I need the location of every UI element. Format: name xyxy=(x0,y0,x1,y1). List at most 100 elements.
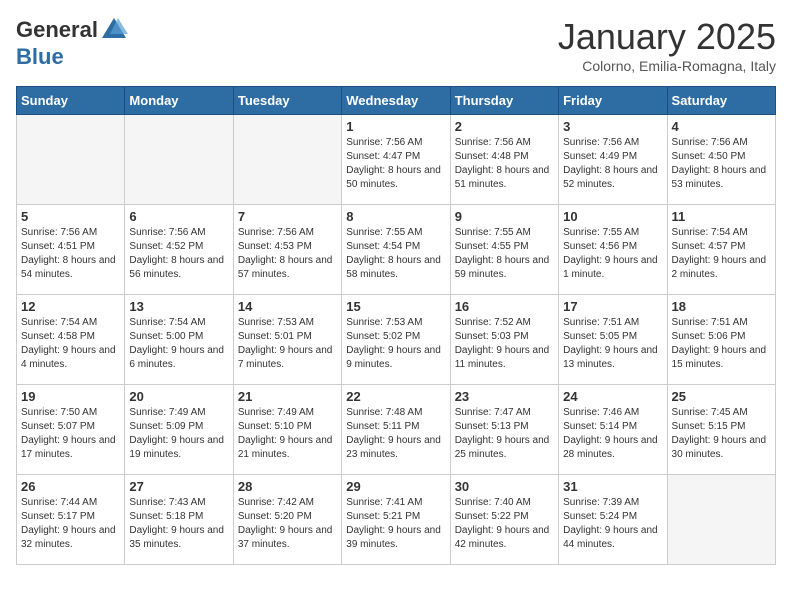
calendar-cell xyxy=(17,115,125,205)
day-info: Sunrise: 7:56 AM Sunset: 4:49 PM Dayligh… xyxy=(563,136,662,192)
calendar-cell: 3Sunrise: 7:56 AM Sunset: 4:49 PM Daylig… xyxy=(559,115,667,205)
weekday-header: Saturday xyxy=(667,87,775,115)
calendar-week-row: 5Sunrise: 7:56 AM Sunset: 4:51 PM Daylig… xyxy=(17,205,776,295)
day-number: 16 xyxy=(455,299,554,314)
day-number: 21 xyxy=(238,389,337,404)
logo-general-text: General xyxy=(16,17,98,43)
calendar-cell: 13Sunrise: 7:54 AM Sunset: 5:00 PM Dayli… xyxy=(125,295,233,385)
weekday-header-row: SundayMondayTuesdayWednesdayThursdayFrid… xyxy=(17,87,776,115)
calendar-cell: 4 Sunrise: 7:56 AM Sunset: 4:50 PM Daylig… xyxy=(667,115,775,205)
day-info: Sunrise: 7:56 AM Sunset: 4:47 PM Dayligh… xyxy=(346,136,445,192)
day-info: Sunrise: 7:42 AM Sunset: 5:20 PM Dayligh… xyxy=(238,496,337,552)
day-info: Sunrise: 7:46 AM Sunset: 5:14 PM Dayligh… xyxy=(563,406,662,462)
calendar-cell: 10Sunrise: 7:55 AM Sunset: 4:56 PM Dayli… xyxy=(559,205,667,295)
calendar-cell: 8Sunrise: 7:55 AM Sunset: 4:54 PM Daylig… xyxy=(342,205,450,295)
day-info: Sunrise: 7:50 AM Sunset: 5:07 PM Dayligh… xyxy=(21,406,120,462)
day-number: 14 xyxy=(238,299,337,314)
calendar-cell: 24 Sunrise: 7:46 AM Sunset: 5:14 PM Dayli… xyxy=(559,385,667,475)
day-number: 10 xyxy=(563,209,662,224)
day-info: Sunrise: 7:51 AM Sunset: 5:05 PM Dayligh… xyxy=(563,316,662,372)
calendar-cell: 15 Sunrise: 7:53 AM Sunset: 5:02 PM Dayli… xyxy=(342,295,450,385)
day-info: Sunrise: 7:56 AM Sunset: 4:53 PM Dayligh… xyxy=(238,226,337,282)
day-number: 17 xyxy=(563,299,662,314)
day-number: 19 xyxy=(21,389,120,404)
weekday-header: Friday xyxy=(559,87,667,115)
day-number: 30 xyxy=(455,479,554,494)
weekday-header: Tuesday xyxy=(233,87,341,115)
calendar-cell: 19 Sunrise: 7:50 AM Sunset: 5:07 PM Dayli… xyxy=(17,385,125,475)
day-number: 25 xyxy=(672,389,771,404)
day-number: 4 xyxy=(672,119,771,134)
page-header: General Blue January 2025 Colorno, Emili… xyxy=(16,16,776,74)
day-info: Sunrise: 7:52 AM Sunset: 5:03 PM Dayligh… xyxy=(455,316,554,372)
day-number: 15 xyxy=(346,299,445,314)
day-info: Sunrise: 7:40 AM Sunset: 5:22 PM Dayligh… xyxy=(455,496,554,552)
calendar-cell: 29Sunrise: 7:41 AM Sunset: 5:21 PM Dayli… xyxy=(342,475,450,565)
calendar-cell: 22Sunrise: 7:48 AM Sunset: 5:11 PM Dayli… xyxy=(342,385,450,475)
calendar-week-row: 19 Sunrise: 7:50 AM Sunset: 5:07 PM Dayli… xyxy=(17,385,776,475)
day-number: 2 xyxy=(455,119,554,134)
calendar-cell: 12 Sunrise: 7:54 AM Sunset: 4:58 PM Dayli… xyxy=(17,295,125,385)
weekday-header: Thursday xyxy=(450,87,558,115)
weekday-header: Sunday xyxy=(17,87,125,115)
calendar-cell: 18 Sunrise: 7:51 AM Sunset: 5:06 PM Dayli… xyxy=(667,295,775,385)
calendar-cell: 31 Sunrise: 7:39 AM Sunset: 5:24 PM Dayli… xyxy=(559,475,667,565)
logo: General Blue xyxy=(16,16,128,70)
day-info: Sunrise: 7:56 AM Sunset: 4:50 PM Dayligh… xyxy=(672,136,771,192)
calendar-week-row: 12 Sunrise: 7:54 AM Sunset: 4:58 PM Dayli… xyxy=(17,295,776,385)
day-number: 13 xyxy=(129,299,228,314)
day-info: Sunrise: 7:49 AM Sunset: 5:10 PM Dayligh… xyxy=(238,406,337,462)
weekday-header: Wednesday xyxy=(342,87,450,115)
calendar-cell xyxy=(125,115,233,205)
calendar-cell: 23 Sunrise: 7:47 AM Sunset: 5:13 PM Dayli… xyxy=(450,385,558,475)
calendar-cell: 6 Sunrise: 7:56 AM Sunset: 4:52 PM Daylig… xyxy=(125,205,233,295)
day-info: Sunrise: 7:44 AM Sunset: 5:17 PM Dayligh… xyxy=(21,496,120,552)
day-number: 12 xyxy=(21,299,120,314)
day-number: 20 xyxy=(129,389,228,404)
calendar-cell: 17 Sunrise: 7:51 AM Sunset: 5:05 PM Dayli… xyxy=(559,295,667,385)
day-number: 7 xyxy=(238,209,337,224)
calendar-cell: 26 Sunrise: 7:44 AM Sunset: 5:17 PM Dayli… xyxy=(17,475,125,565)
calendar-week-row: 1 Sunrise: 7:56 AM Sunset: 4:47 PM Daylig… xyxy=(17,115,776,205)
calendar-cell: 9Sunrise: 7:55 AM Sunset: 4:55 PM Daylig… xyxy=(450,205,558,295)
day-number: 29 xyxy=(346,479,445,494)
calendar-cell: 1 Sunrise: 7:56 AM Sunset: 4:47 PM Daylig… xyxy=(342,115,450,205)
day-number: 24 xyxy=(563,389,662,404)
day-info: Sunrise: 7:54 AM Sunset: 4:57 PM Dayligh… xyxy=(672,226,771,282)
logo-blue-text: Blue xyxy=(16,44,64,70)
calendar-cell: 28 Sunrise: 7:42 AM Sunset: 5:20 PM Dayli… xyxy=(233,475,341,565)
calendar-cell xyxy=(233,115,341,205)
day-number: 6 xyxy=(129,209,228,224)
day-number: 1 xyxy=(346,119,445,134)
day-number: 18 xyxy=(672,299,771,314)
day-info: Sunrise: 7:56 AM Sunset: 4:52 PM Dayligh… xyxy=(129,226,228,282)
location-text: Colorno, Emilia-Romagna, Italy xyxy=(558,58,776,74)
day-number: 8 xyxy=(346,209,445,224)
weekday-header: Monday xyxy=(125,87,233,115)
calendar-cell: 7 Sunrise: 7:56 AM Sunset: 4:53 PM Daylig… xyxy=(233,205,341,295)
day-info: Sunrise: 7:45 AM Sunset: 5:15 PM Dayligh… xyxy=(672,406,771,462)
calendar-cell: 16 Sunrise: 7:52 AM Sunset: 5:03 PM Dayli… xyxy=(450,295,558,385)
day-number: 31 xyxy=(563,479,662,494)
day-info: Sunrise: 7:53 AM Sunset: 5:02 PM Dayligh… xyxy=(346,316,445,372)
calendar-cell: 21 Sunrise: 7:49 AM Sunset: 5:10 PM Dayli… xyxy=(233,385,341,475)
day-number: 27 xyxy=(129,479,228,494)
calendar-table: SundayMondayTuesdayWednesdayThursdayFrid… xyxy=(16,86,776,565)
day-info: Sunrise: 7:47 AM Sunset: 5:13 PM Dayligh… xyxy=(455,406,554,462)
calendar-cell: 11Sunrise: 7:54 AM Sunset: 4:57 PM Dayli… xyxy=(667,205,775,295)
day-info: Sunrise: 7:54 AM Sunset: 4:58 PM Dayligh… xyxy=(21,316,120,372)
day-info: Sunrise: 7:43 AM Sunset: 5:18 PM Dayligh… xyxy=(129,496,228,552)
day-info: Sunrise: 7:55 AM Sunset: 4:55 PM Dayligh… xyxy=(455,226,554,282)
day-info: Sunrise: 7:48 AM Sunset: 5:11 PM Dayligh… xyxy=(346,406,445,462)
day-number: 26 xyxy=(21,479,120,494)
day-number: 23 xyxy=(455,389,554,404)
title-block: January 2025 Colorno, Emilia-Romagna, It… xyxy=(558,16,776,74)
day-number: 5 xyxy=(21,209,120,224)
calendar-cell: 30 Sunrise: 7:40 AM Sunset: 5:22 PM Dayli… xyxy=(450,475,558,565)
logo-icon xyxy=(100,16,128,44)
day-info: Sunrise: 7:39 AM Sunset: 5:24 PM Dayligh… xyxy=(563,496,662,552)
day-info: Sunrise: 7:51 AM Sunset: 5:06 PM Dayligh… xyxy=(672,316,771,372)
day-info: Sunrise: 7:53 AM Sunset: 5:01 PM Dayligh… xyxy=(238,316,337,372)
calendar-cell: 5Sunrise: 7:56 AM Sunset: 4:51 PM Daylig… xyxy=(17,205,125,295)
day-number: 28 xyxy=(238,479,337,494)
